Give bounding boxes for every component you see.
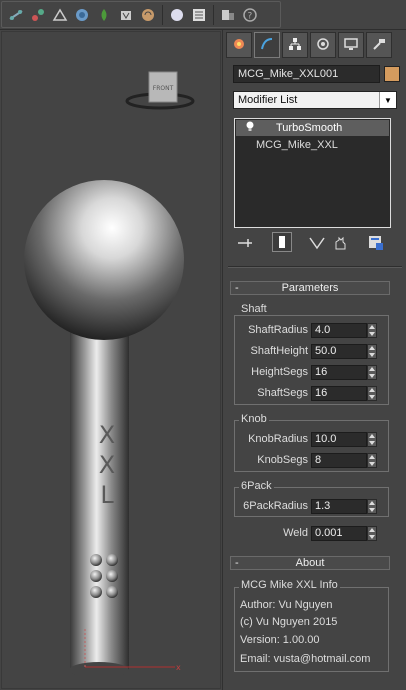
weld-label: Weld	[283, 527, 308, 539]
remove-modifier-icon[interactable]	[330, 233, 350, 253]
modifier-stack[interactable]: TurboSmooth MCG_Mike_XXL	[234, 118, 391, 228]
viewport-scene: FRONT X X L x	[24, 71, 195, 678]
unlink-icon[interactable]	[28, 5, 48, 25]
engraving-letter: X	[99, 421, 115, 449]
modify-icon	[260, 37, 274, 54]
sixpackradius-label: 6PackRadius	[243, 500, 308, 512]
hierarchy-icon	[288, 37, 302, 54]
create-icon	[232, 37, 246, 54]
tab-motion[interactable]	[310, 32, 336, 58]
link-icon[interactable]	[6, 5, 26, 25]
knobsegs-label: KnobSegs	[257, 454, 308, 466]
shaftsegs-spinner[interactable]	[367, 386, 377, 401]
heightsegs-input[interactable]: 16	[311, 365, 367, 380]
perspective-viewport[interactable]: FRONT X X L x	[0, 30, 223, 690]
parameters-rollout-header[interactable]: - Parameters	[230, 281, 390, 295]
sixpack-group-label: 6Pack	[239, 480, 274, 492]
shaftsegs-label: ShaftSegs	[257, 387, 308, 399]
about-group-label: MCG Mike XXL Info	[239, 579, 340, 591]
show-end-result-icon[interactable]	[272, 232, 292, 252]
sixpackradius-input[interactable]: 1.3	[311, 499, 367, 514]
toolbar-group: ?	[1, 1, 281, 28]
select-by-name-icon[interactable]	[116, 5, 136, 25]
rendered-frame-icon[interactable]	[218, 5, 238, 25]
chevron-down-icon: ▼	[379, 92, 396, 108]
motion-icon	[316, 37, 330, 54]
object-name-field[interactable]: MCG_Mike_XXL001	[233, 65, 380, 83]
sixpackradius-spinner[interactable]	[367, 499, 377, 514]
help-icon[interactable]: ?	[240, 5, 260, 25]
shaftradius-label: ShaftRadius	[248, 324, 308, 336]
panel-divider	[228, 266, 402, 268]
select-object-icon[interactable]	[94, 5, 114, 25]
knob-group-label: Knob	[239, 413, 269, 425]
about-rollout-header[interactable]: - About	[230, 556, 390, 570]
shaft-bottom	[69, 662, 129, 678]
tab-modify[interactable]	[254, 32, 280, 58]
tab-display[interactable]	[338, 32, 364, 58]
toolbar-separator	[162, 4, 163, 25]
knobradius-spinner[interactable]	[367, 432, 377, 447]
shaftheight-label: ShaftHeight	[250, 345, 308, 357]
make-unique-icon[interactable]	[307, 233, 327, 253]
stack-item-base-object[interactable]: MCG_Mike_XXL	[236, 137, 389, 153]
shaftheight-input[interactable]: 50.0	[311, 344, 367, 359]
engraving-letter: X	[99, 451, 115, 479]
heightsegs-label: HeightSegs	[251, 366, 308, 378]
selection-filter-icon[interactable]	[72, 5, 92, 25]
knobradius-input[interactable]: 10.0	[311, 432, 367, 447]
heightsegs-spinner[interactable]	[367, 365, 377, 380]
display-icon	[344, 37, 358, 54]
utilities-icon	[372, 37, 386, 54]
mic-knob	[24, 180, 184, 340]
modifier-list-dropdown[interactable]: Modifier List ▼	[233, 91, 397, 109]
stack-item-turbosmooth[interactable]: TurboSmooth	[236, 120, 389, 136]
tab-utilities[interactable]	[366, 32, 392, 58]
tab-create[interactable]	[226, 32, 252, 58]
tab-hierarchy[interactable]	[282, 32, 308, 58]
shaft-group-label: Shaft	[239, 303, 269, 315]
shaftsegs-input[interactable]: 16	[311, 386, 367, 401]
view-cube-face-label: FRONT	[153, 85, 174, 92]
about-author: Author: Vu Nguyen	[240, 599, 333, 611]
rect-region-icon[interactable]	[138, 5, 158, 25]
knobsegs-input[interactable]: 8	[311, 453, 367, 468]
rollout-title: About	[295, 557, 325, 569]
weld-input[interactable]: 0.001	[311, 526, 367, 541]
window-crossing-icon[interactable]	[167, 5, 187, 25]
knobsegs-spinner[interactable]	[367, 453, 377, 468]
shaftheight-spinner[interactable]	[367, 344, 377, 359]
main-toolbar: ?	[0, 0, 406, 30]
weld-spinner[interactable]	[367, 526, 377, 541]
svg-text:?: ?	[248, 11, 253, 21]
rollout-title: Parameters	[281, 282, 339, 294]
shaftradius-spinner[interactable]	[367, 323, 377, 338]
about-email: Email: vusta@hotmail.com	[240, 653, 371, 665]
knobradius-label: KnobRadius	[248, 433, 308, 445]
material-editor-icon[interactable]	[189, 5, 209, 25]
x-axis-label: x	[176, 663, 181, 672]
stack-item-label: MCG_Mike_XXL	[256, 139, 338, 151]
modifier-list-label: Modifier List	[238, 94, 298, 106]
engraving-letter: L	[100, 481, 114, 509]
object-color-swatch[interactable]	[384, 66, 400, 82]
configure-sets-icon[interactable]	[366, 233, 386, 253]
pin-stack-icon[interactable]	[235, 233, 255, 253]
bind-spacewarp-icon[interactable]	[50, 5, 70, 25]
command-panel: MCG_Mike_XXL001 Modifier List ▼ TurboSmo…	[224, 30, 406, 690]
about-version: Version: 1.00.00	[240, 634, 320, 646]
about-copyright: (c) Vu Nguyen 2015	[240, 616, 338, 628]
shaftradius-input[interactable]: 4.0	[311, 323, 367, 338]
toolbar-separator	[213, 4, 214, 25]
stack-item-label: TurboSmooth	[276, 122, 343, 134]
